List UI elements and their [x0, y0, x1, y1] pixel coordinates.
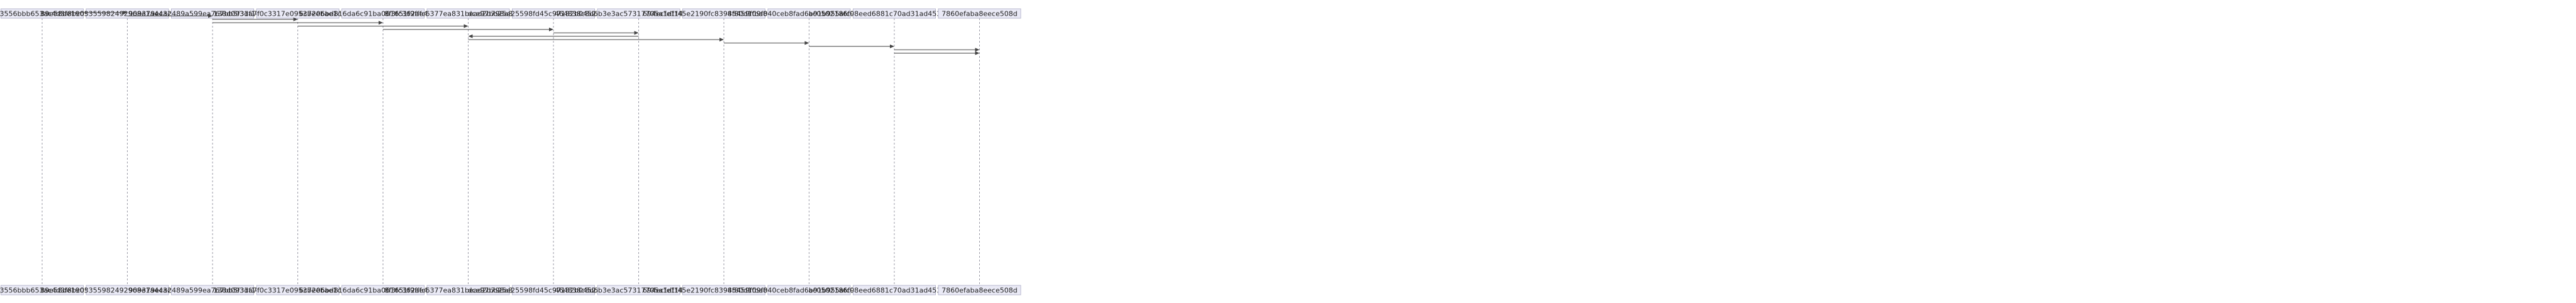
message-arrow-3: [213, 21, 383, 25]
arrowhead-icon: [549, 27, 553, 31]
arrowhead-icon: [468, 34, 473, 38]
participants-bottom-row: ca39bea1f83556bbb653ac4d3f8bc09772ef1e3c…: [0, 285, 1021, 295]
arrowhead-icon: [464, 24, 469, 28]
message-arrow-6: [553, 31, 639, 35]
arrowhead-icon: [975, 51, 980, 55]
participants-top-row: ca39bea1f83556bbb653ac4d3f8bc09772ef1e3c…: [0, 8, 1021, 19]
arrowhead-icon: [804, 41, 809, 45]
arrowhead-icon: [890, 44, 894, 48]
participant-label: 7860efaba8eece508d: [941, 287, 1017, 295]
message-arrow-12: [894, 51, 980, 55]
message-arrow-11: [894, 48, 980, 52]
participant-bottom-11: 7860efaba8eece508d: [938, 285, 1021, 295]
arrowhead-icon: [379, 21, 383, 25]
message-arrow-9: [724, 41, 809, 45]
arrowhead-icon: [719, 37, 724, 41]
participant-top-11: 7860efaba8eece508d: [938, 8, 1021, 19]
arrowhead-icon: [634, 31, 639, 35]
participant-label: 7860efaba8eece508d: [941, 10, 1017, 18]
message-arrow-10: [809, 44, 894, 48]
message-arrow-8: [468, 37, 724, 41]
lifelines-layer: [42, 18, 980, 285]
arrowhead-icon: [975, 48, 980, 52]
sequence-diagram: ca39bea1f83556bbb653ac4d3f8bc09772ef1e3c…: [0, 8, 1021, 295]
